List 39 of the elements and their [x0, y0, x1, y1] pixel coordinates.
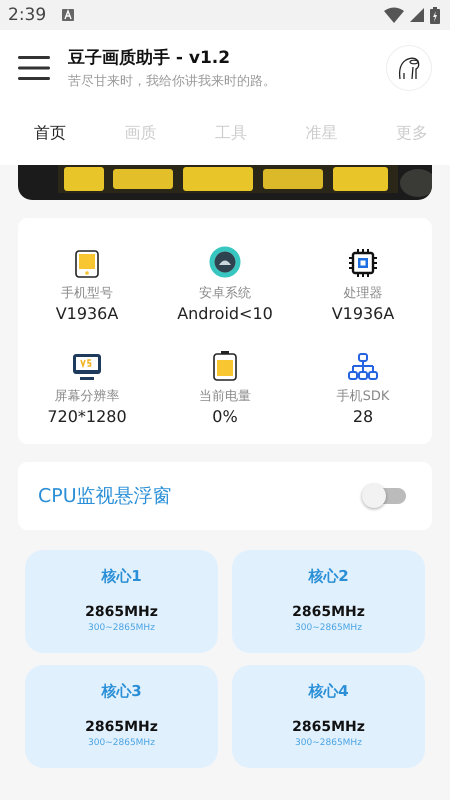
- info-label: 处理器: [344, 285, 382, 302]
- info-value: V1936A: [56, 304, 118, 323]
- phone-icon: [75, 250, 99, 278]
- info-value: 28: [352, 407, 374, 426]
- core-frequency: 2865MHz: [85, 719, 158, 735]
- core-range: 300~2865MHz: [88, 623, 155, 633]
- menu-button[interactable]: [18, 54, 50, 80]
- core-frequency: 2865MHz: [292, 719, 365, 735]
- signal-icon: [410, 8, 424, 22]
- info-label: 当前电量: [199, 388, 251, 405]
- battery-icon: [213, 351, 237, 381]
- core-frequency: 2865MHz: [292, 604, 365, 620]
- info-value: V1936A: [332, 304, 394, 323]
- info-value: 720*1280: [47, 407, 127, 426]
- app-subtitle: 苦尽甘来时，我给你讲我来时的路。: [68, 72, 277, 90]
- cpu-monitor-label: CPU监视悬浮窗: [38, 484, 173, 509]
- battery-icon: [430, 6, 440, 24]
- tab[interactable]: 首页: [24, 117, 76, 153]
- avatar-button[interactable]: [386, 44, 432, 90]
- info-label: 安卓系统: [199, 285, 251, 302]
- core-range: 300~2865MHz: [88, 738, 155, 748]
- wifi-icon: [384, 7, 404, 23]
- notification-icon: [62, 9, 74, 21]
- info-label: 手机SDK: [336, 388, 390, 405]
- info-label: 手机型号: [61, 285, 113, 302]
- info-label: 屏幕分辨率: [54, 388, 120, 405]
- hierarchy-icon: [348, 353, 378, 381]
- app-title: 豆子画质助手 - v1.2: [68, 46, 232, 68]
- core-name: 核心1: [101, 567, 142, 586]
- status-time: 2:39: [8, 5, 46, 25]
- core-range: 300~2865MHz: [295, 623, 362, 633]
- core-name: 核心2: [308, 567, 349, 586]
- core-range: 300~2865MHz: [295, 738, 362, 748]
- monitor-icon: [72, 353, 102, 381]
- info-value: Android<10: [177, 304, 273, 323]
- core-name: 核心3: [101, 682, 142, 701]
- core-frequency: 2865MHz: [85, 604, 158, 620]
- core-name: 核心4: [308, 682, 349, 701]
- info-value: 0%: [212, 407, 238, 426]
